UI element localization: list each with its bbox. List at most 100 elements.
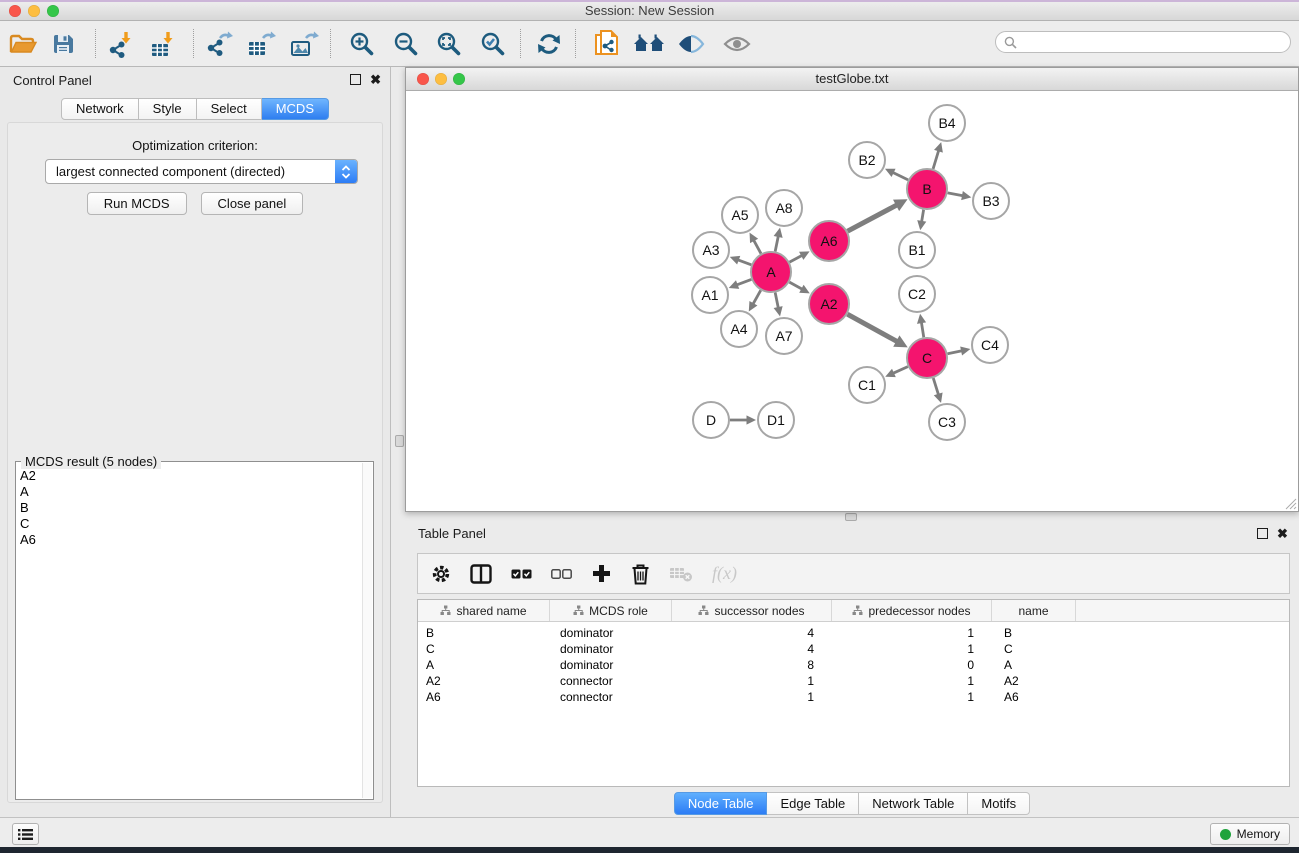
vertical-splitter-grip[interactable]: [395, 435, 404, 447]
task-history-button[interactable]: [12, 823, 39, 845]
import-table-button[interactable]: [144, 26, 182, 61]
cell-name[interactable]: C: [992, 641, 1076, 657]
mcds-result-item[interactable]: A2: [20, 468, 361, 484]
export-image-button[interactable]: [285, 26, 323, 61]
show-columns-button[interactable]: [470, 564, 492, 584]
zoom-in-button[interactable]: [343, 26, 381, 61]
zoom-traffic-light[interactable]: [47, 5, 59, 17]
close-panel-icon[interactable]: ✖: [370, 74, 381, 85]
deselect-all-button[interactable]: [551, 569, 572, 579]
graph-node-A3[interactable]: A3: [693, 232, 729, 268]
table-row[interactable]: Cdominator41C: [418, 641, 1289, 657]
create-column-button[interactable]: [591, 563, 612, 584]
search-field[interactable]: [995, 31, 1291, 53]
graph-node-B2[interactable]: B2: [849, 142, 885, 178]
table-row[interactable]: A6connector11A6: [418, 689, 1289, 705]
clone-network-button[interactable]: [588, 26, 626, 61]
function-builder-button[interactable]: f(x): [712, 563, 737, 584]
run-mcds-button[interactable]: Run MCDS: [87, 192, 187, 215]
float-panel-icon[interactable]: [350, 74, 361, 85]
delete-column-button[interactable]: [631, 563, 650, 585]
cell-name[interactable]: A6: [992, 689, 1076, 705]
table-float-panel-icon[interactable]: [1257, 528, 1268, 539]
tab-edge-table[interactable]: Edge Table: [767, 792, 859, 815]
cell-name[interactable]: A: [992, 657, 1076, 673]
mcds-result-item[interactable]: A6: [20, 532, 361, 548]
cell-predecessor-nodes[interactable]: 1: [832, 641, 992, 657]
cell-shared-name[interactable]: B: [418, 625, 550, 641]
result-scrollbar[interactable]: [362, 463, 372, 798]
minimize-traffic-light[interactable]: [28, 5, 40, 17]
cell-name[interactable]: B: [992, 625, 1076, 641]
graph-node-A8[interactable]: A8: [766, 190, 802, 226]
optimization-dropdown[interactable]: largest connected component (directed): [45, 159, 358, 184]
network-minimize-light[interactable]: [435, 73, 447, 85]
column-header-name[interactable]: name: [992, 600, 1076, 621]
network-canvas[interactable]: B4B2BB3A8A5A6A3B1AA1C2A2A4A7C4CC1DD1C3: [406, 91, 1298, 511]
cell-name[interactable]: A2: [992, 673, 1076, 689]
graph-node-C4[interactable]: C4: [972, 327, 1008, 363]
tab-mcds[interactable]: MCDS: [262, 98, 329, 120]
tab-select[interactable]: Select: [197, 98, 262, 120]
cell-shared-name[interactable]: A: [418, 657, 550, 673]
network-zoom-light[interactable]: [453, 73, 465, 85]
graph-node-B[interactable]: B: [907, 169, 947, 209]
cell-successor-nodes[interactable]: 4: [672, 625, 832, 641]
column-header-MCDS-role[interactable]: MCDS role: [550, 600, 672, 621]
graph-node-B4[interactable]: B4: [929, 105, 965, 141]
cell-predecessor-nodes[interactable]: 1: [832, 625, 992, 641]
table-settings-button[interactable]: [431, 564, 451, 584]
tab-style[interactable]: Style: [139, 98, 197, 120]
graph-node-A5[interactable]: A5: [722, 197, 758, 233]
close-panel-button[interactable]: Close panel: [201, 192, 304, 215]
table-row[interactable]: Bdominator41B: [418, 625, 1289, 641]
cell-successor-nodes[interactable]: 4: [672, 641, 832, 657]
home-button[interactable]: [630, 26, 668, 61]
zoom-fit-button[interactable]: [430, 26, 468, 61]
zoom-selected-button[interactable]: [474, 26, 512, 61]
cell-shared-name[interactable]: C: [418, 641, 550, 657]
cell-MCDS-role[interactable]: dominator: [550, 625, 672, 641]
table-row[interactable]: A2connector11A2: [418, 673, 1289, 689]
cell-successor-nodes[interactable]: 1: [672, 673, 832, 689]
graph-node-C3[interactable]: C3: [929, 404, 965, 440]
refresh-layout-button[interactable]: [530, 26, 568, 61]
horizontal-splitter-grip[interactable]: [845, 513, 857, 521]
table-row[interactable]: Adominator80A: [418, 657, 1289, 673]
column-header-successor-nodes[interactable]: successor nodes: [672, 600, 832, 621]
cell-successor-nodes[interactable]: 8: [672, 657, 832, 673]
column-header-shared-name[interactable]: shared name: [418, 600, 550, 621]
tab-network-table[interactable]: Network Table: [859, 792, 968, 815]
graph-node-C1[interactable]: C1: [849, 367, 885, 403]
delete-table-button[interactable]: [669, 565, 693, 583]
graph-node-A1[interactable]: A1: [692, 277, 728, 313]
window-resize-grip[interactable]: [1284, 497, 1297, 510]
cell-MCDS-role[interactable]: connector: [550, 673, 672, 689]
tab-motifs[interactable]: Motifs: [968, 792, 1030, 815]
cell-successor-nodes[interactable]: 1: [672, 689, 832, 705]
close-traffic-light[interactable]: [9, 5, 21, 17]
graph-node-C[interactable]: C: [907, 338, 947, 378]
graph-node-D[interactable]: D: [693, 402, 729, 438]
cell-shared-name[interactable]: A2: [418, 673, 550, 689]
graph-node-A2[interactable]: A2: [809, 284, 849, 324]
export-table-button[interactable]: [242, 26, 280, 61]
import-network-button[interactable]: [102, 26, 140, 61]
graph-node-A6[interactable]: A6: [809, 221, 849, 261]
graph-node-C2[interactable]: C2: [899, 276, 935, 312]
select-all-button[interactable]: [511, 569, 532, 579]
cell-shared-name[interactable]: A6: [418, 689, 550, 705]
cell-MCDS-role[interactable]: connector: [550, 689, 672, 705]
cell-predecessor-nodes[interactable]: 1: [832, 673, 992, 689]
zoom-out-button[interactable]: [387, 26, 425, 61]
tab-network[interactable]: Network: [61, 98, 139, 120]
graph-node-B3[interactable]: B3: [973, 183, 1009, 219]
table-close-panel-icon[interactable]: ✖: [1277, 528, 1288, 539]
graph-node-D1[interactable]: D1: [758, 402, 794, 438]
graph-node-A[interactable]: A: [751, 252, 791, 292]
graph-node-B1[interactable]: B1: [899, 232, 935, 268]
mcds-result-item[interactable]: C: [20, 516, 361, 532]
search-input[interactable]: [1022, 34, 1282, 50]
column-header-predecessor-nodes[interactable]: predecessor nodes: [832, 600, 992, 621]
mcds-result-item[interactable]: A: [20, 484, 361, 500]
